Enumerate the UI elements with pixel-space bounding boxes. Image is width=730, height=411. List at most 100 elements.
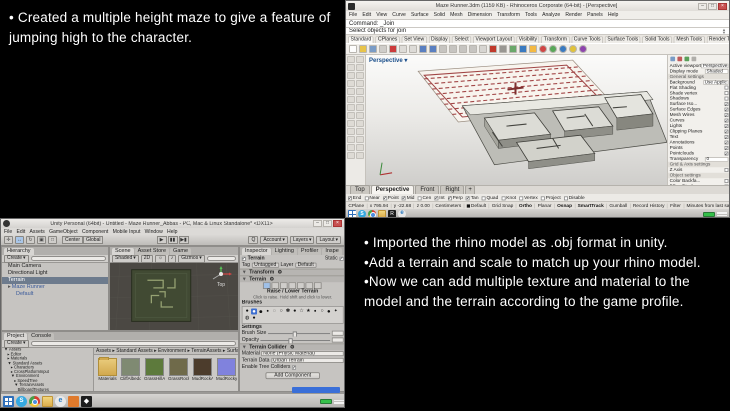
flat-shading-checkbox[interactable]: [725, 86, 729, 90]
tab-game[interactable]: Game: [170, 248, 191, 255]
brush-thumbnail[interactable]: ●: [244, 309, 250, 315]
maximize-button[interactable]: □: [708, 3, 717, 10]
osnap-point[interactable]: Point: [383, 195, 399, 200]
text-checkbox[interactable]: [725, 135, 729, 139]
render-icon[interactable]: [489, 45, 497, 53]
menu-item-mobile-input[interactable]: Mobile Input: [113, 229, 141, 234]
paint-texture-tool[interactable]: [289, 282, 297, 289]
unity-taskbar-icon[interactable]: ◆: [81, 396, 92, 407]
toolbar-tab-select[interactable]: Select: [452, 36, 471, 43]
menu-item-window[interactable]: Window: [145, 229, 163, 234]
zoom-icon[interactable]: [449, 45, 457, 53]
account-dropdown[interactable]: Account▾: [260, 236, 288, 244]
tab-lighting[interactable]: Lighting: [272, 248, 297, 255]
pan-icon[interactable]: [439, 45, 447, 53]
status-grid-snap[interactable]: Grid Snap: [489, 203, 516, 208]
status-planar[interactable]: Planar: [535, 203, 554, 208]
menu-item-render[interactable]: Render: [565, 12, 582, 17]
menu-item-surface[interactable]: Surface: [411, 12, 429, 17]
undo-icon[interactable]: [419, 45, 427, 53]
project-create-dropdown[interactable]: Create▾: [4, 340, 29, 348]
pivot-toggle[interactable]: Center: [62, 236, 83, 244]
shadows-checkbox[interactable]: [725, 97, 729, 101]
status-layer[interactable]: Default: [464, 203, 489, 208]
layout-dropdown[interactable]: Layout▾: [316, 236, 341, 244]
maximize-button[interactable]: □: [323, 220, 332, 227]
brush-thumbnail[interactable]: ☆: [299, 309, 305, 315]
properties-panel-icon[interactable]: [670, 57, 675, 62]
rect-tool-icon[interactable]: □: [48, 236, 57, 244]
status-osnap[interactable]: Osnap: [555, 203, 576, 208]
pause-button[interactable]: ▮▮: [168, 236, 178, 244]
terrain-collider-header[interactable]: Terrain Collider: [249, 345, 286, 350]
osnap-quad[interactable]: Quad: [482, 195, 499, 200]
tab-inspector[interactable]: Inspector: [242, 248, 271, 255]
scene-search-input[interactable]: [207, 256, 236, 261]
play-button[interactable]: ▶: [157, 236, 167, 244]
shading-mode-dropdown[interactable]: Shaded▾: [112, 255, 139, 263]
asset-materials-folder[interactable]: Materials: [98, 358, 117, 381]
viewport-tab-top[interactable]: Top: [350, 185, 370, 194]
lights-checkbox[interactable]: [725, 124, 729, 128]
menu-item-solid[interactable]: Solid: [434, 12, 445, 17]
opacity-value[interactable]: [332, 337, 344, 342]
scene-orientation-gizmo[interactable]: Top: [208, 266, 234, 288]
layers-dropdown[interactable]: Layers▾: [290, 236, 315, 244]
paint-details-tool[interactable]: [306, 282, 314, 289]
active-checkbox[interactable]: [242, 256, 246, 260]
menu-item-edit[interactable]: Edit: [16, 229, 25, 234]
toolbar-tab-surface-tools[interactable]: Surface Tools: [605, 36, 641, 43]
brush-thumbnail[interactable]: ○: [278, 309, 284, 315]
z-axis-checkbox[interactable]: [725, 168, 729, 172]
chrome-icon[interactable]: [368, 210, 376, 218]
smooth-height-tool[interactable]: [280, 282, 288, 289]
tool-icon[interactable]: [347, 80, 355, 87]
menu-item-component[interactable]: Component: [82, 229, 108, 234]
curves-checkbox[interactable]: [725, 119, 729, 123]
tool-icon[interactable]: [356, 112, 364, 119]
tool-icon[interactable]: [347, 152, 355, 159]
mesh-wires-checkbox[interactable]: [725, 113, 729, 117]
command-scroll-arrows[interactable]: ▲▼: [722, 28, 726, 35]
close-button[interactable]: ×: [718, 3, 727, 10]
move-icon[interactable]: [499, 45, 507, 53]
hierarchy-item-directional-light[interactable]: Directional Light: [2, 270, 108, 277]
status-ortho[interactable]: Ortho: [517, 203, 536, 208]
menu-item-tools[interactable]: Tools: [525, 12, 537, 17]
display-panel-icon[interactable]: [684, 57, 689, 62]
menu-item-gameobject[interactable]: GameObject: [49, 229, 78, 234]
menu-item-help[interactable]: Help: [167, 229, 177, 234]
space-toggle[interactable]: Global: [83, 236, 103, 244]
new-file-icon[interactable]: [349, 45, 357, 53]
start-button-icon[interactable]: [348, 210, 356, 218]
brush-thumbnail[interactable]: ◍: [244, 315, 250, 321]
raise-lower-terrain-tool[interactable]: [263, 282, 271, 289]
material-ball-green-icon[interactable]: [549, 45, 557, 53]
internet-explorer-icon[interactable]: e: [55, 396, 66, 407]
tool-icon[interactable]: [356, 152, 364, 159]
close-button[interactable]: ×: [333, 220, 342, 227]
status-gumball[interactable]: Gumball: [607, 203, 630, 208]
toolbar-tab-setview[interactable]: Set View: [402, 36, 427, 43]
surface-edges-checkbox[interactable]: [725, 108, 729, 112]
osnap-perp[interactable]: Perp: [448, 195, 463, 200]
toolbar-tab-visibility[interactable]: Visibility: [516, 36, 539, 43]
photos-app-icon[interactable]: [68, 396, 79, 407]
breadcrumb[interactable]: Assets ▸ Standard Assets ▸ Environment ▸…: [94, 348, 238, 355]
tool-icon[interactable]: [347, 144, 355, 151]
tool-icon[interactable]: [347, 88, 355, 95]
tool-icon[interactable]: [356, 72, 364, 79]
menu-item-edit[interactable]: Edit: [362, 12, 371, 17]
pointclouds-checkbox[interactable]: [725, 152, 729, 156]
toolbar-tab-viewport-layout[interactable]: Viewport Layout: [473, 36, 515, 43]
menu-item-dimension[interactable]: Dimension: [468, 12, 492, 17]
material-ball-yellow-icon[interactable]: [569, 45, 577, 53]
rhino-viewport[interactable]: Perspective ▾: [366, 55, 667, 185]
tool-icon[interactable]: [347, 104, 355, 111]
step-button[interactable]: ▶▮: [179, 236, 189, 244]
toolbar-tab-solid-tools[interactable]: Solid Tools: [642, 36, 672, 43]
viewport-tab-front[interactable]: Front: [415, 185, 439, 194]
annotations-checkbox[interactable]: [725, 141, 729, 145]
gear-icon[interactable]: ⚙: [278, 269, 283, 275]
material-field[interactable]: None (Physic Material): [262, 351, 344, 356]
